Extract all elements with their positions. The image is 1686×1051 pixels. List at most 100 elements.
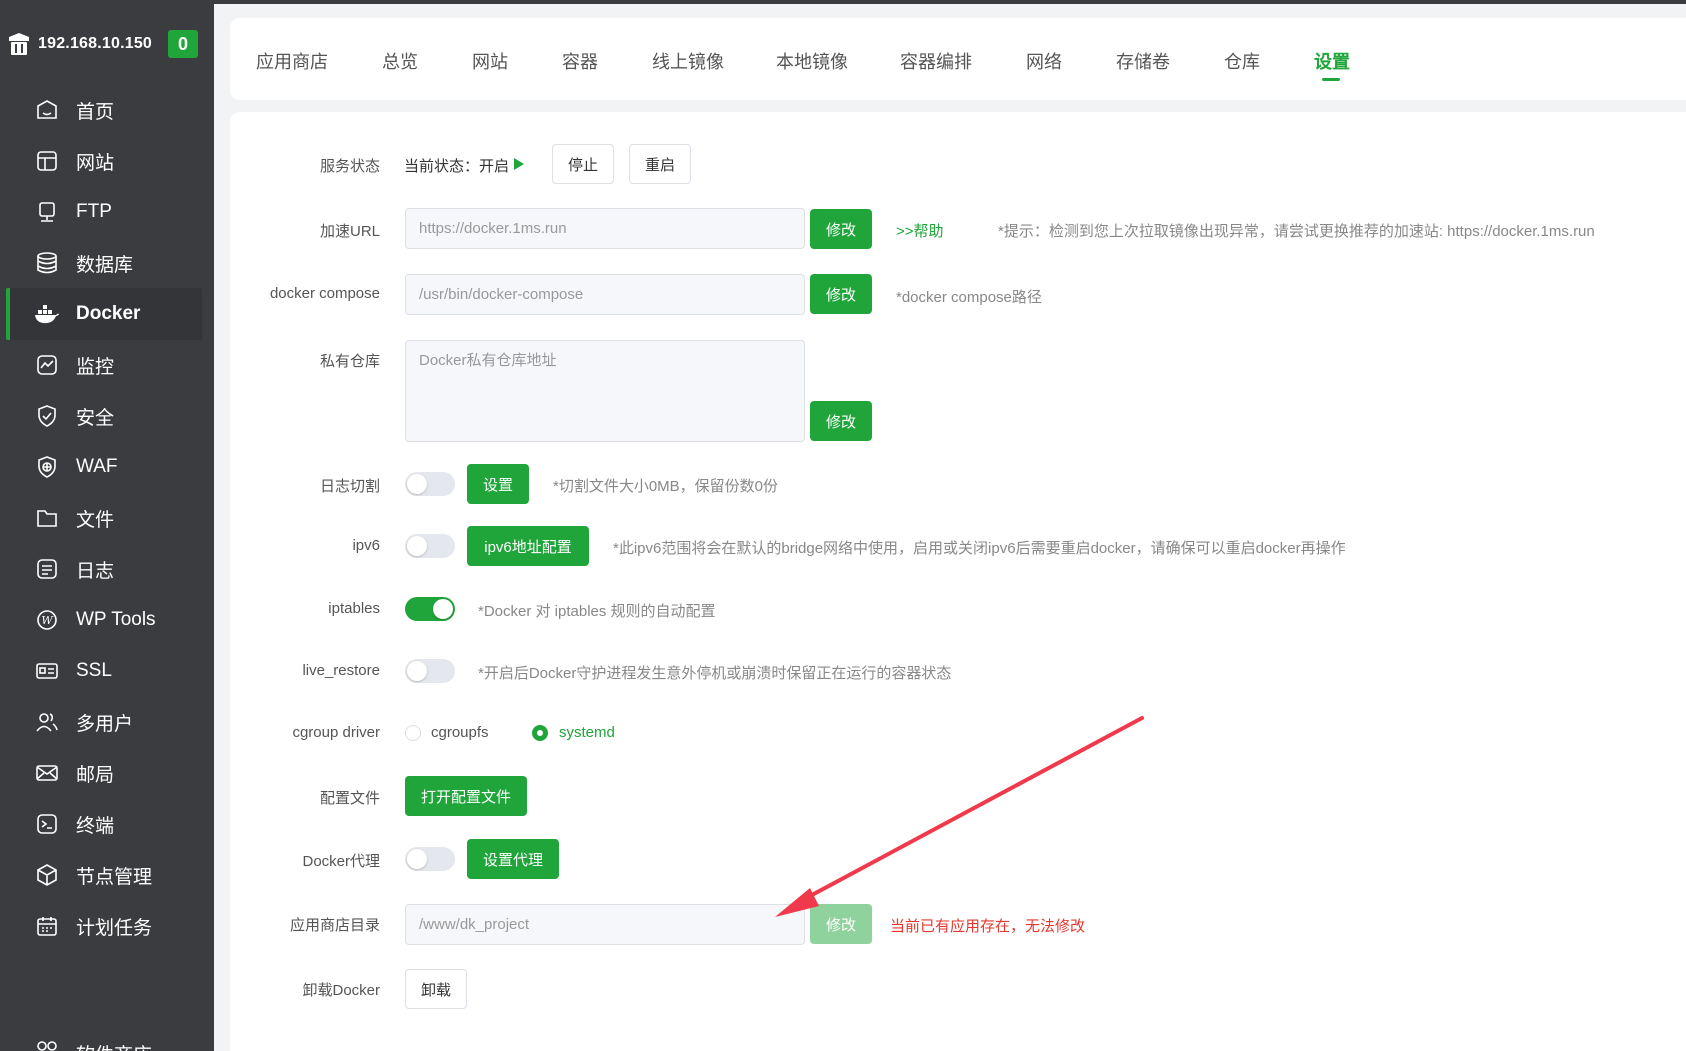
sidebar-item-label: WAF (76, 456, 118, 477)
config-file-label: 配置文件 (319, 790, 380, 807)
restart-button[interactable]: 重启 (629, 144, 691, 184)
sidebar-item-logs[interactable]: 日志 (6, 543, 202, 595)
accel-help-link[interactable]: >>帮助 (896, 220, 944, 241)
service-status-text: 当前状态：开启 (404, 158, 510, 175)
sidebar-item-label: 多用户 (76, 713, 134, 735)
sidebar-item-app-store[interactable]: 软件商店 (6, 1026, 202, 1051)
cgroup-driver-label: cgroup driver (292, 724, 380, 741)
docker-proxy-switch[interactable] (405, 847, 455, 871)
folder-icon (34, 505, 60, 531)
log-rotate-settings-button[interactable]: 设置 (467, 464, 529, 504)
switch-knob (407, 536, 427, 556)
sidebar-item-label: 节点管理 (76, 866, 153, 888)
sidebar-item-label: 日志 (76, 560, 115, 582)
tab-registry[interactable]: 仓库 (1224, 48, 1260, 74)
live-restore-label: live_restore (302, 662, 380, 679)
ipv6-switch[interactable] (405, 534, 455, 558)
log-rotate-tip: *切割文件大小0MB，保留份数0份 (553, 478, 779, 495)
tab-local-images[interactable]: 本地镜像 (776, 48, 848, 74)
waf-shield-icon (34, 454, 60, 480)
tab-settings[interactable]: 设置 (1314, 48, 1350, 74)
sidebar-item-monitor[interactable]: 监控 (6, 339, 202, 391)
app-store-dir-error: 当前已有应用存在，无法修改 (890, 918, 1086, 935)
sidebar-item-label: 文件 (76, 509, 115, 531)
calendar-icon (34, 913, 60, 939)
server-logo-icon (6, 31, 32, 57)
accel-tip: *提示：检测到您上次拉取镜像出现异常，请尝试更换推荐的加速站: https://… (998, 223, 1595, 240)
tab-compose[interactable]: 容器编排 (900, 48, 972, 74)
app-store-dir-input[interactable]: /www/dk_project (405, 904, 805, 945)
app-store-dir-modify-button[interactable]: 修改 (810, 904, 872, 944)
stop-button[interactable]: 停止 (552, 144, 614, 184)
live-restore-switch[interactable] (405, 659, 455, 683)
compose-path-value: /usr/bin/docker-compose (419, 286, 584, 303)
sidebar-item-waf[interactable]: WAF (6, 441, 202, 493)
sidebar-item-docker[interactable]: Docker (6, 288, 202, 340)
sidebar-item-cron[interactable]: 计划任务 (6, 900, 202, 952)
sidebar-item-home[interactable]: 首页 (6, 84, 202, 136)
sidebar-item-database[interactable]: 数据库 (6, 237, 202, 289)
sidebar-item-label: FTP (76, 201, 112, 222)
compose-label: docker compose (269, 285, 380, 302)
database-icon (34, 250, 60, 276)
home-icon (34, 97, 60, 123)
sidebar-item-label: 网站 (76, 152, 115, 174)
sidebar-item-label: 安全 (76, 407, 115, 429)
tab-online-images[interactable]: 线上镜像 (652, 48, 724, 74)
switch-knob (433, 599, 453, 619)
sidebar-item-mail[interactable]: 邮局 (6, 747, 202, 799)
sidebar-item-terminal[interactable]: 终端 (6, 798, 202, 850)
sidebar-item-node-manage[interactable]: 节点管理 (6, 849, 202, 901)
app-store-dir-label: 应用商店目录 (289, 917, 380, 934)
live-restore-tip: *开启后Docker守护进程发生意外停机或崩溃时保留正在运行的容器状态 (478, 665, 952, 682)
registry-placeholder: Docker私有仓库地址 (419, 352, 557, 369)
log-rotate-label: 日志切割 (319, 478, 380, 495)
switch-knob (407, 661, 427, 681)
sidebar-item-website[interactable]: 网站 (6, 135, 202, 187)
compose-path-input[interactable]: /usr/bin/docker-compose (405, 274, 805, 315)
tab-overview[interactable]: 总览 (382, 48, 418, 74)
docker-icon (34, 301, 60, 327)
tab-containers[interactable]: 容器 (562, 48, 598, 74)
set-proxy-button[interactable]: 设置代理 (467, 839, 559, 879)
ipv6-config-button[interactable]: ipv6地址配置 (467, 526, 589, 566)
server-ip[interactable]: 192.168.10.150 (38, 35, 152, 53)
shield-icon (34, 403, 60, 429)
alert-count-badge[interactable]: 0 (168, 30, 198, 58)
mail-icon (34, 760, 60, 786)
sidebar-item-files[interactable]: 文件 (6, 492, 202, 544)
compose-modify-button[interactable]: 修改 (810, 274, 872, 314)
sidebar-item-wp-tools[interactable]: W WP Tools (6, 594, 202, 646)
switch-knob (407, 474, 427, 494)
sidebar-item-label: 首页 (76, 101, 115, 123)
open-config-file-button[interactable]: 打开配置文件 (405, 776, 527, 816)
svg-text:W: W (41, 614, 54, 627)
tab-app-store[interactable]: 应用商店 (256, 48, 328, 74)
terminal-icon (34, 811, 60, 837)
tab-volumes[interactable]: 存储卷 (1116, 48, 1170, 74)
sidebar: 192.168.10.150 0 首页 网站 FTP 数据库 Docker 监控… (0, 0, 214, 1051)
sidebar-item-label: 监控 (76, 356, 115, 378)
log-rotate-switch[interactable] (405, 472, 455, 496)
registry-modify-button[interactable]: 修改 (810, 401, 872, 441)
cgroupfs-radio[interactable] (405, 725, 421, 741)
accel-url-modify-button[interactable]: 修改 (810, 209, 872, 249)
systemd-radio[interactable] (532, 725, 548, 741)
sidebar-item-label: 邮局 (76, 764, 115, 786)
sidebar-item-security[interactable]: 安全 (6, 390, 202, 442)
cgroupfs-option-label[interactable]: cgroupfs (431, 724, 489, 741)
accel-url-input[interactable]: https://docker.1ms.run (405, 208, 805, 249)
sidebar-item-label: 计划任务 (76, 917, 153, 939)
tab-website[interactable]: 网站 (472, 48, 508, 74)
service-status-label: 服务状态 (319, 158, 380, 175)
systemd-option-label[interactable]: systemd (559, 724, 615, 741)
ipv6-label: ipv6 (352, 537, 380, 554)
registry-textarea[interactable]: Docker私有仓库地址 (405, 340, 805, 442)
sidebar-item-ssl[interactable]: SSL (6, 645, 202, 697)
sidebar-item-ftp[interactable]: FTP (6, 186, 202, 238)
iptables-switch[interactable] (405, 597, 455, 621)
uninstall-button[interactable]: 卸载 (405, 969, 467, 1009)
sidebar-item-multi-user[interactable]: 多用户 (6, 696, 202, 748)
docker-proxy-label: Docker代理 (302, 853, 380, 870)
tab-network[interactable]: 网络 (1026, 48, 1062, 74)
